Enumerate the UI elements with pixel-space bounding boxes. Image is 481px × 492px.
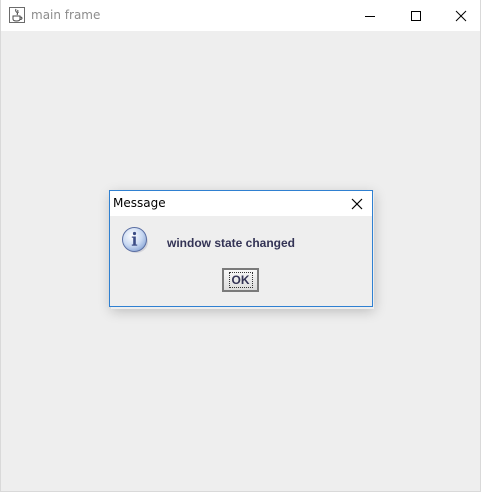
close-icon	[455, 10, 467, 21]
minimize-icon	[365, 15, 375, 17]
main-titlebar[interactable]: main frame	[1, 0, 480, 31]
dialog-title: Message	[113, 196, 166, 210]
window-title: main frame	[31, 8, 101, 22]
minimize-button[interactable]	[347, 0, 393, 31]
java-app-icon[interactable]	[9, 7, 25, 23]
dialog-titlebar[interactable]: Message	[110, 191, 372, 216]
dialog-close-button[interactable]	[342, 191, 372, 216]
ok-button[interactable]: OK	[222, 268, 259, 292]
maximize-icon	[411, 10, 421, 21]
close-icon	[351, 198, 363, 209]
information-icon	[121, 226, 149, 254]
message-text: window state changed	[167, 236, 296, 250]
message-dialog: Message window state changed OK	[109, 190, 373, 307]
ok-button-label: OK	[228, 272, 253, 288]
close-button[interactable]	[438, 0, 481, 31]
maximize-button[interactable]	[393, 0, 439, 31]
